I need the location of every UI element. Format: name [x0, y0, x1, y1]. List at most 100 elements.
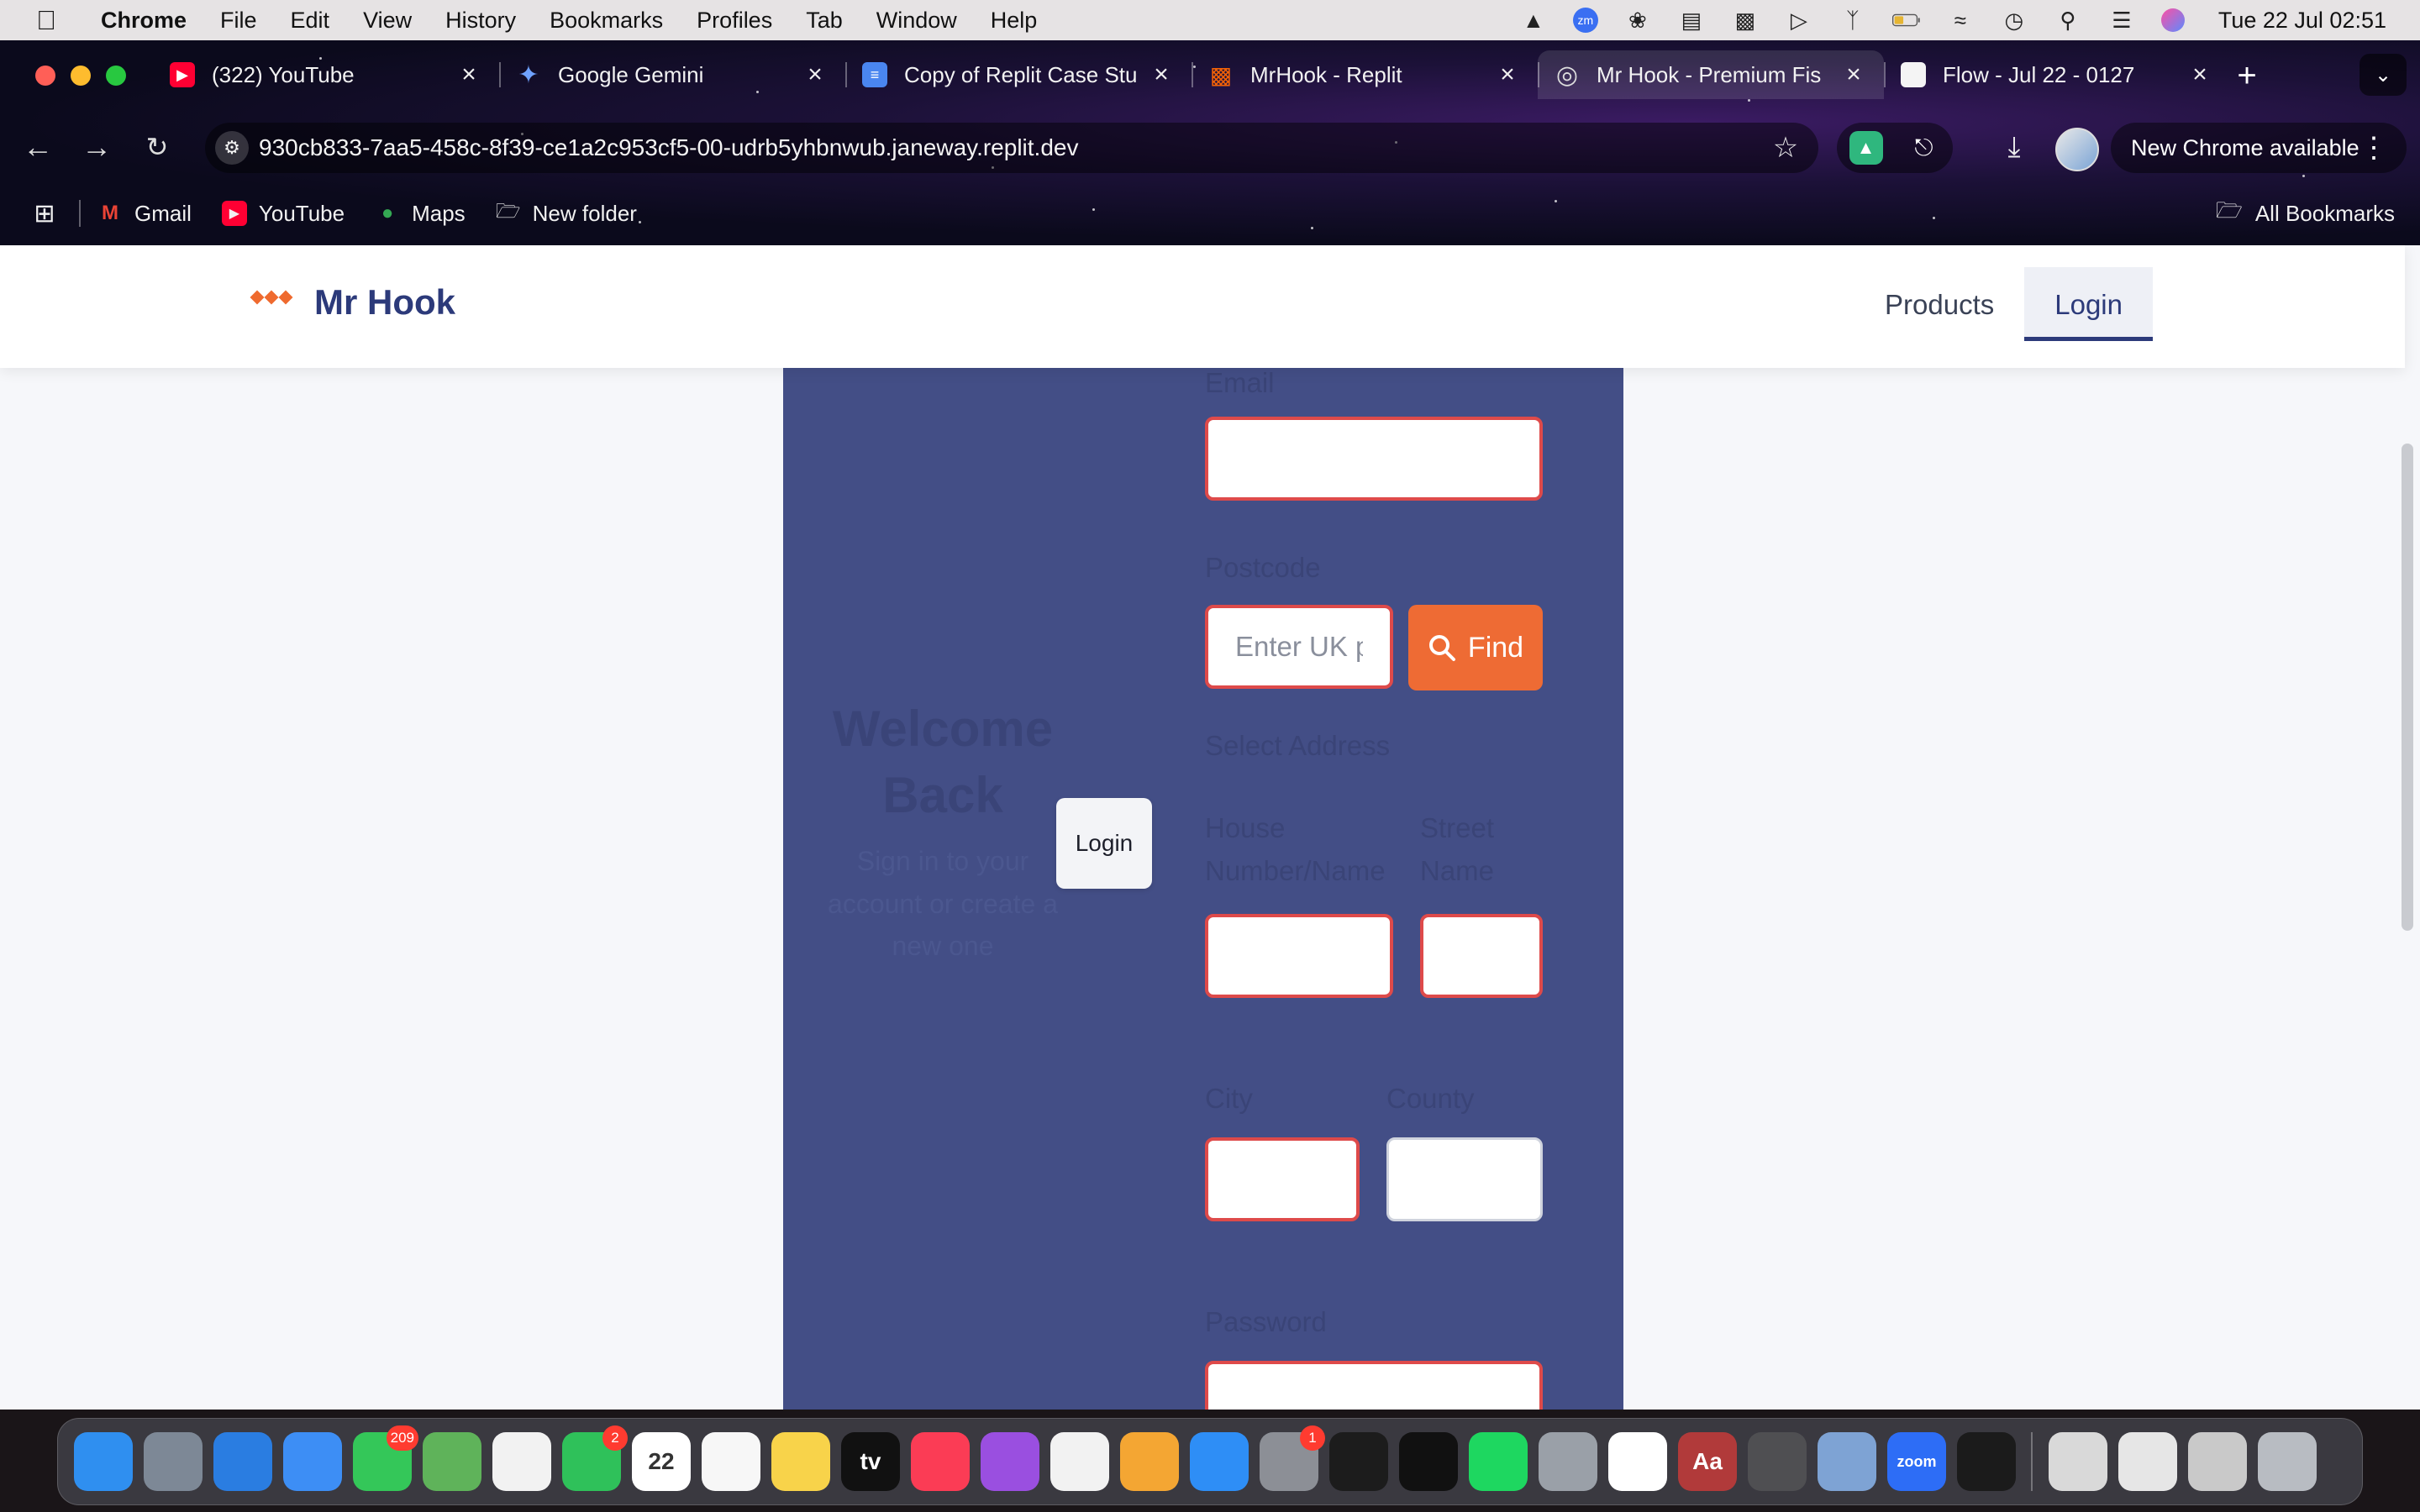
tab-search-button[interactable]: ⌄	[2360, 54, 2407, 96]
swirl-icon[interactable]: ❀	[1623, 8, 1652, 33]
menu-window[interactable]: Window	[876, 8, 957, 34]
bookmark-star-icon[interactable]: ☆	[1765, 127, 1807, 169]
facetime-icon[interactable]: 2	[562, 1425, 628, 1491]
tab-youtube[interactable]: ▶ (322) YouTube ×	[153, 50, 499, 99]
menu-bookmarks[interactable]: Bookmarks	[550, 8, 663, 34]
tab-replit[interactable]: ▩ MrHook - Replit ×	[1192, 50, 1538, 99]
close-window-button[interactable]	[35, 66, 55, 86]
notes-icon[interactable]	[771, 1432, 830, 1491]
control-center-icon[interactable]: ☰	[2107, 8, 2136, 33]
settings-icon[interactable]: 1	[1260, 1425, 1325, 1491]
profile-avatar[interactable]	[2055, 128, 2099, 171]
shortcut-icon[interactable]	[1399, 1432, 1458, 1491]
menu-history[interactable]: History	[445, 8, 516, 34]
calendar-icon[interactable]: 22	[632, 1432, 691, 1491]
email-field[interactable]	[1205, 417, 1543, 501]
zoom-icon[interactable]: zoom	[1887, 1432, 1946, 1491]
documents-stack-icon[interactable]	[2049, 1432, 2107, 1491]
postcode-field[interactable]	[1205, 605, 1393, 689]
drive-icon[interactable]: ▲	[1519, 8, 1548, 33]
safari-icon[interactable]	[213, 1432, 272, 1491]
bookmark-gmail[interactable]: M Gmail	[97, 201, 192, 227]
bed-icon[interactable]: ▤	[1677, 8, 1706, 33]
wifi-icon[interactable]: ≈	[1946, 8, 1975, 33]
close-tab-icon[interactable]: ×	[1839, 60, 1869, 90]
menu-tab[interactable]: Tab	[806, 8, 843, 34]
bookmark-maps[interactable]: ● Maps	[375, 201, 466, 227]
news-icon[interactable]	[1050, 1432, 1109, 1491]
bluetooth-icon[interactable]: ᛉ	[1839, 8, 1867, 33]
tv-icon[interactable]: tv	[841, 1432, 900, 1491]
extension-icon[interactable]: ▲	[1849, 131, 1883, 165]
url-text[interactable]: 930cb833-7aa5-458c-8f39-ce1a2c953cf5-00-…	[259, 134, 1765, 161]
messages-icon[interactable]: 209	[353, 1425, 418, 1491]
close-tab-icon[interactable]: ×	[1492, 60, 1523, 90]
fullscreen-window-button[interactable]	[106, 66, 126, 86]
podcasts-icon[interactable]	[981, 1432, 1039, 1491]
puzzle-extensions-icon[interactable]: ⎋	[1907, 131, 1941, 165]
password-field[interactable]	[1205, 1361, 1543, 1410]
app-store-icon[interactable]	[1190, 1432, 1249, 1491]
forward-button[interactable]: →	[76, 126, 118, 168]
street-field[interactable]	[1420, 914, 1543, 998]
new-tab-button[interactable]: +	[2227, 55, 2267, 96]
menu-app-name[interactable]: Chrome	[101, 8, 187, 34]
reload-button[interactable]: ↻	[136, 126, 178, 168]
menu-help[interactable]: Help	[991, 8, 1038, 34]
photos-icon[interactable]	[492, 1432, 551, 1491]
find-address-button[interactable]: Find	[1408, 605, 1543, 690]
mail-icon[interactable]	[283, 1432, 342, 1491]
minimize-window-button[interactable]	[71, 66, 91, 86]
spotify-icon[interactable]	[1469, 1432, 1528, 1491]
city-field[interactable]	[1205, 1137, 1360, 1221]
house-field[interactable]	[1205, 914, 1393, 998]
bookmark-youtube[interactable]: ▶ YouTube	[221, 201, 345, 227]
music-icon[interactable]	[911, 1432, 970, 1491]
zoom-status-icon[interactable]: zm	[1572, 8, 1598, 33]
close-tab-icon[interactable]: ×	[2185, 60, 2215, 90]
battery-icon[interactable]	[1891, 8, 1921, 33]
tab-mr-hook[interactable]: ◎ Mr Hook - Premium Fis ×	[1538, 50, 1884, 99]
time-machine-icon[interactable]: ◷	[2000, 8, 2028, 33]
trash-icon[interactable]	[2258, 1432, 2317, 1491]
play-icon[interactable]: ▷	[1785, 8, 1813, 33]
download-icon[interactable]: ⤓	[1993, 126, 2035, 168]
tab-gemini[interactable]: ✦ Google Gemini ×	[499, 50, 845, 99]
reminders-icon[interactable]	[702, 1432, 760, 1491]
tab-flow[interactable]: Flow - Jul 22 - 0127 ×	[1884, 50, 2230, 99]
close-tab-icon[interactable]: ×	[800, 60, 830, 90]
page-scrollbar[interactable]	[2402, 444, 2413, 931]
tab-docs[interactable]: ≡ Copy of Replit Case Stu ×	[845, 50, 1192, 99]
siri-icon[interactable]	[2160, 8, 2185, 32]
pages-icon[interactable]	[1120, 1432, 1179, 1491]
maps-icon[interactable]	[423, 1432, 481, 1491]
menu-profiles[interactable]: Profiles	[697, 8, 772, 34]
apps-grid-icon[interactable]: ⊞	[30, 199, 59, 228]
launchpad-icon[interactable]	[144, 1432, 203, 1491]
back-button[interactable]: ←	[17, 126, 59, 168]
address-bar[interactable]: ⚙ 930cb833-7aa5-458c-8f39-ce1a2c953cf5-0…	[205, 123, 1818, 173]
chrome-update-button[interactable]: New Chrome available ⋮	[2111, 123, 2407, 173]
site-logo[interactable]: Mr Hook	[250, 282, 455, 323]
nav-login[interactable]: Login	[2024, 267, 2153, 341]
close-tab-icon[interactable]: ×	[1146, 60, 1176, 90]
login-toggle-button[interactable]: Login	[1056, 798, 1152, 889]
preview-icon[interactable]	[1818, 1432, 1876, 1491]
nav-products[interactable]: Products	[1854, 267, 2024, 341]
more-menu-icon[interactable]: ⋮	[2360, 131, 2388, 165]
cursor-app-icon[interactable]	[1957, 1432, 2016, 1491]
county-field[interactable]	[1386, 1137, 1543, 1221]
finder-icon[interactable]	[74, 1432, 133, 1491]
iphone-mirroring-icon[interactable]	[1539, 1432, 1597, 1491]
menu-view[interactable]: View	[363, 8, 412, 34]
musescore-icon[interactable]	[1329, 1432, 1388, 1491]
menu-clock[interactable]: Tue 22 Jul 02:51	[2218, 8, 2386, 34]
menu-file[interactable]: File	[220, 8, 257, 34]
all-bookmarks[interactable]: 🗁 All Bookmarks	[2215, 197, 2395, 227]
dictionary-icon[interactable]: Aa	[1678, 1432, 1737, 1491]
menu-edit[interactable]: Edit	[291, 8, 330, 34]
recents-stack-icon[interactable]	[2188, 1432, 2247, 1491]
bookmark-new-folder[interactable]: 🗁 New folder	[496, 200, 637, 227]
apple-menu-icon[interactable]: 	[34, 5, 59, 35]
calculator-icon[interactable]	[1748, 1432, 1807, 1491]
